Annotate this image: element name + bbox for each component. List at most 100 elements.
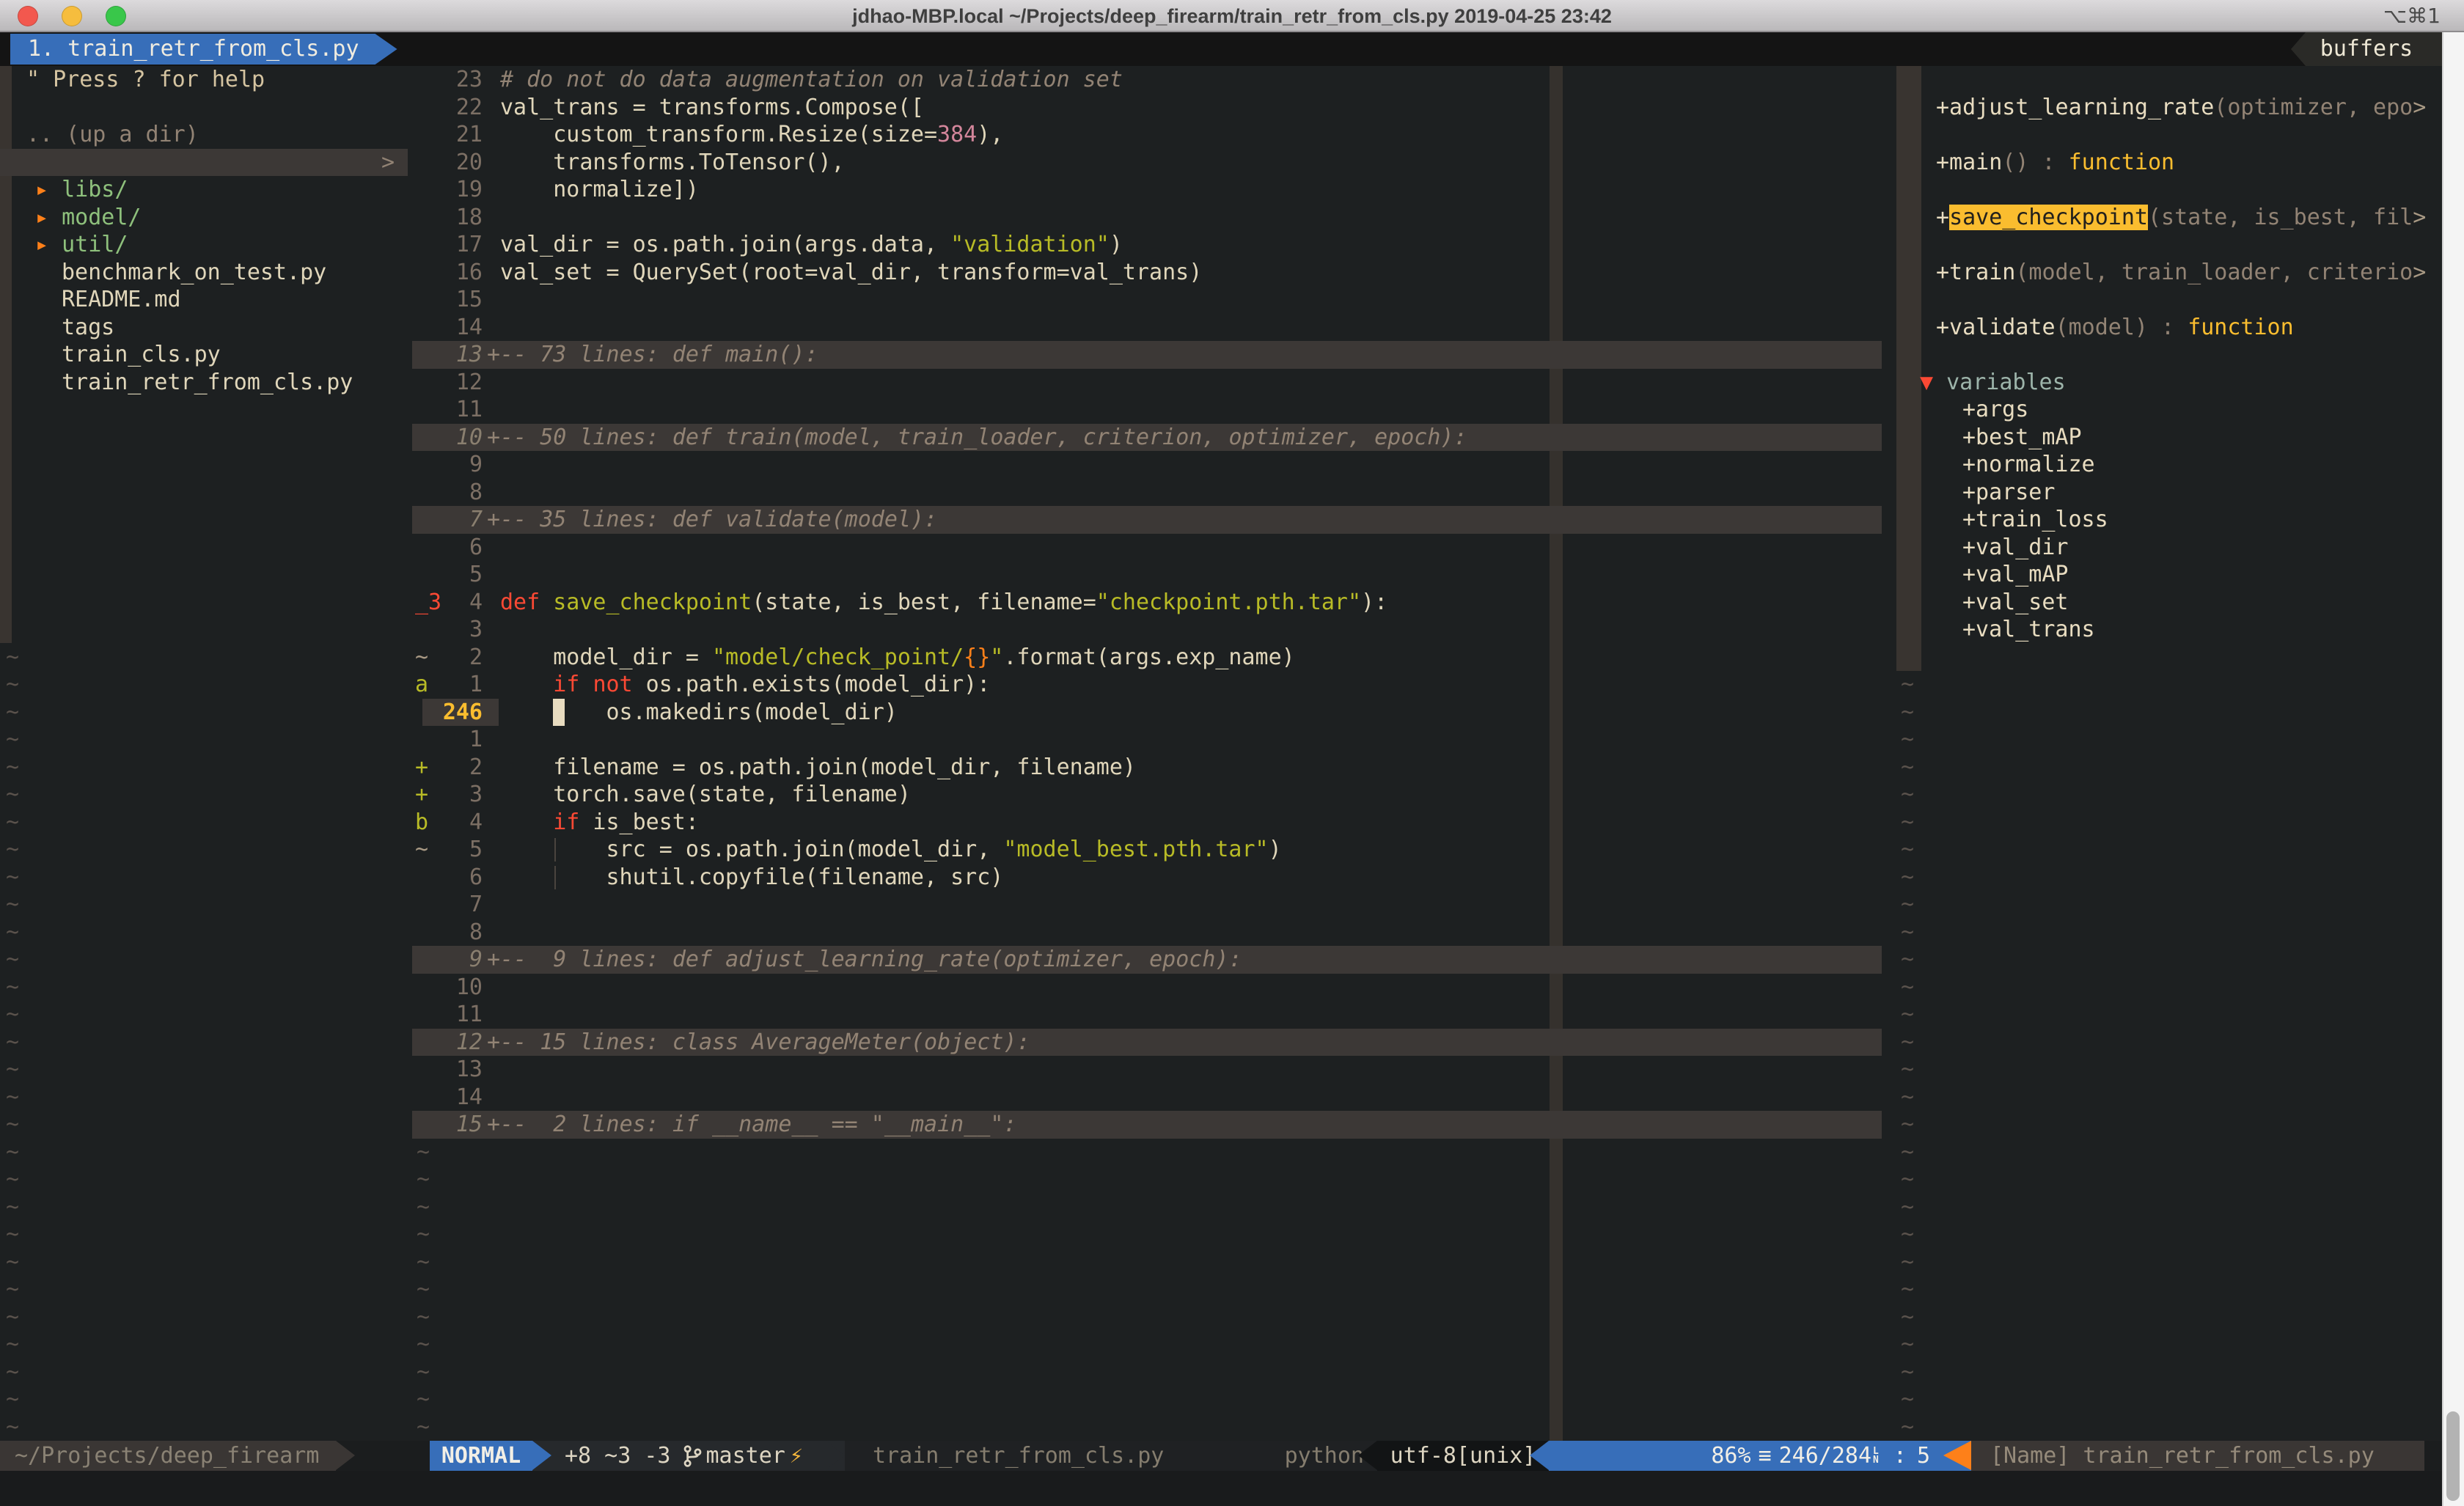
code-line[interactable]: 23# do not do data augmentation on valid… [412,66,1889,94]
code-line[interactable]: 20 transforms.ToTensor(), [412,149,1889,177]
empty-line-tilde: ~ [1901,1249,1914,1277]
fold-line[interactable]: 7+-- 35 lines: def validate(model): [412,506,1889,534]
empty-line-tilde: ~ [6,726,19,754]
tree-item[interactable]: tags [62,314,408,342]
tag-item[interactable]: +args [1962,396,2442,424]
str-token: "checkpoint.pth.tar" [1096,589,1361,615]
command-line[interactable] [0,1471,2442,1506]
code-line[interactable]: 8 [412,919,1889,947]
num-token: 384 [937,122,977,147]
powerline-arrow-icon [336,1441,355,1470]
code-line[interactable]: 22val_trans = transforms.Compose([ [412,94,1889,122]
code-line[interactable]: 17val_dir = os.path.join(args.data, "val… [412,231,1889,259]
txt-token: val_set = QuerySet(root=val_dir, transfo… [500,260,1202,285]
tag-item[interactable]: +normalize [1962,451,2442,479]
tree-item[interactable]: train_cls.py [62,341,408,369]
code-line[interactable]: 10 [412,974,1889,1002]
tag-item[interactable]: +val_set [1962,589,2442,617]
fold-line[interactable]: 13+-- 73 lines: def main(): [412,341,1889,369]
tag-hl-token: save_checkpoint [1949,205,2148,230]
fold-line[interactable]: 10+-- 50 lines: def train(model, train_l… [412,424,1889,452]
code-line[interactable]: 11 [412,396,1889,424]
empty-line-tilde: ~ [6,809,19,837]
code-line[interactable]: 6 shutil.copyfile(filename, src) [412,864,1889,892]
statusline-encoding: utf-8[unix] [1377,1441,1549,1471]
code-line[interactable]: 1 [412,726,1889,754]
txt-token: transforms.ToTensor(), [500,150,845,175]
line-number: 21 [425,121,483,149]
empty-line-tilde: ~ [417,1359,430,1386]
tag-item[interactable]: +val_dir [1962,534,2442,562]
tag-name-token: +normalize [1962,452,2095,477]
code-line[interactable]: 11 [412,1001,1889,1029]
code-line[interactable]: 3+ torch.save(state, filename) [412,781,1889,809]
window-separator-left[interactable] [408,66,411,1441]
tag-item[interactable]: +validate(model) : function [1936,314,2442,342]
tag-item[interactable]: +main() : function [1936,149,2442,177]
tag-item[interactable]: +best_mAP [1962,424,2442,452]
nt-dir-token: util/ [62,232,128,257]
code-line[interactable]: 15 [412,286,1889,314]
tree-item[interactable]: benchmark_on_test.py [62,259,408,287]
empty-line-tilde: ~ [1901,809,1914,837]
tag-name-token: +best_mAP [1962,425,2082,450]
code-text: torch.save(state, filename) [500,781,911,809]
code-line[interactable]: 6 [412,534,1889,562]
line-number: 246 [425,699,483,727]
window-separator-right[interactable] [1891,66,1893,1441]
text-cursor [553,699,565,727]
empty-line-tilde: ~ [1901,1359,1914,1386]
code-line[interactable]: 7 [412,891,1889,919]
code-line[interactable]: 246 os.makedirs(model_dir) [412,699,1889,727]
scrollbar-thumb[interactable] [2446,1411,2460,1501]
tag-item[interactable]: +train_loss [1962,506,2442,534]
code-line[interactable]: 4b if is_best: [412,809,1889,837]
code-line[interactable]: 9 [412,451,1889,479]
fold-line[interactable]: 12+-- 15 lines: class AverageMeter(objec… [412,1029,1889,1057]
tree-item[interactable]: ▸ model/ [35,204,408,232]
code-line[interactable]: 12 [412,369,1889,397]
tag-item[interactable]: +val_mAP [1962,561,2442,589]
code-line[interactable]: 3 [412,616,1889,644]
code-line[interactable]: 8 [412,479,1889,507]
code-line[interactable]: 5~ src = os.path.join(model_dir, "model_… [412,836,1889,864]
line-number: 18 [425,204,483,232]
tag-item[interactable]: +adjust_learning_rate(optimizer, epo> [1936,94,2442,122]
tree-item[interactable]: ▸ libs/ [35,176,408,204]
code-line[interactable]: 18 [412,204,1889,232]
tag-item[interactable]: ▼ variables [1920,369,2442,397]
fold-line[interactable]: 15+-- 2 lines: if __name__ == "__main__"… [412,1111,1889,1139]
code-line[interactable]: 2~ model_dir = "model/check_point/{}".fo… [412,644,1889,672]
code-line[interactable]: 13 [412,1056,1889,1084]
tree-item[interactable]: .. (up a dir) [26,121,408,149]
code-line[interactable]: 2+ filename = os.path.join(model_dir, fi… [412,754,1889,782]
scrollbar[interactable] [2442,32,2464,1506]
tree-item[interactable]: train_retr_from_cls.py [62,369,408,397]
tree-item[interactable]: " Press ? for help [26,66,408,94]
tree-item[interactable]: </jdhao/Projects/deep_firear> [26,149,408,177]
tag-item[interactable]: +val_trans [1962,616,2442,644]
tree-item[interactable]: README.md [62,286,408,314]
code-line[interactable]: 5 [412,561,1889,589]
tag-item[interactable]: +train(model, train_loader, criterio> [1936,259,2442,287]
code-line[interactable]: 14 [412,314,1889,342]
sign-chg-icon: ~ [415,644,428,672]
code-line[interactable]: 1a if not os.path.exists(model_dir): [412,671,1889,699]
fold-line[interactable]: 9+-- 9 lines: def adjust_learning_rate(o… [412,946,1889,974]
code-editor[interactable]: 23# do not do data augmentation on valid… [412,66,1889,1441]
code-line[interactable]: 19 normalize]) [412,176,1889,204]
code-line[interactable]: 21 custom_transform.Resize(size=384), [412,121,1889,149]
line-number: 3 [425,781,483,809]
empty-line-tilde: ~ [417,1331,430,1359]
tag-item[interactable]: +save_checkpoint(state, is_best, fil> [1936,204,2442,232]
tag-item[interactable]: +parser [1962,479,2442,507]
line-number: 5 [425,836,483,864]
code-line[interactable]: 16val_set = QuerySet(root=val_dir, trans… [412,259,1889,287]
txt-token: shutil.copyfile(filename, src) [500,864,1003,890]
tab-train-retr-from-cls[interactable]: 1. train_retr_from_cls.py [10,34,397,65]
powerline-arrow-orange-icon [1943,1441,1971,1470]
code-line[interactable]: 14 [412,1084,1889,1112]
code-line[interactable]: 4_3def save_checkpoint(state, is_best, f… [412,589,1889,617]
tree-item[interactable]: ▸ util/ [35,231,408,259]
empty-line-tilde: ~ [6,781,19,809]
